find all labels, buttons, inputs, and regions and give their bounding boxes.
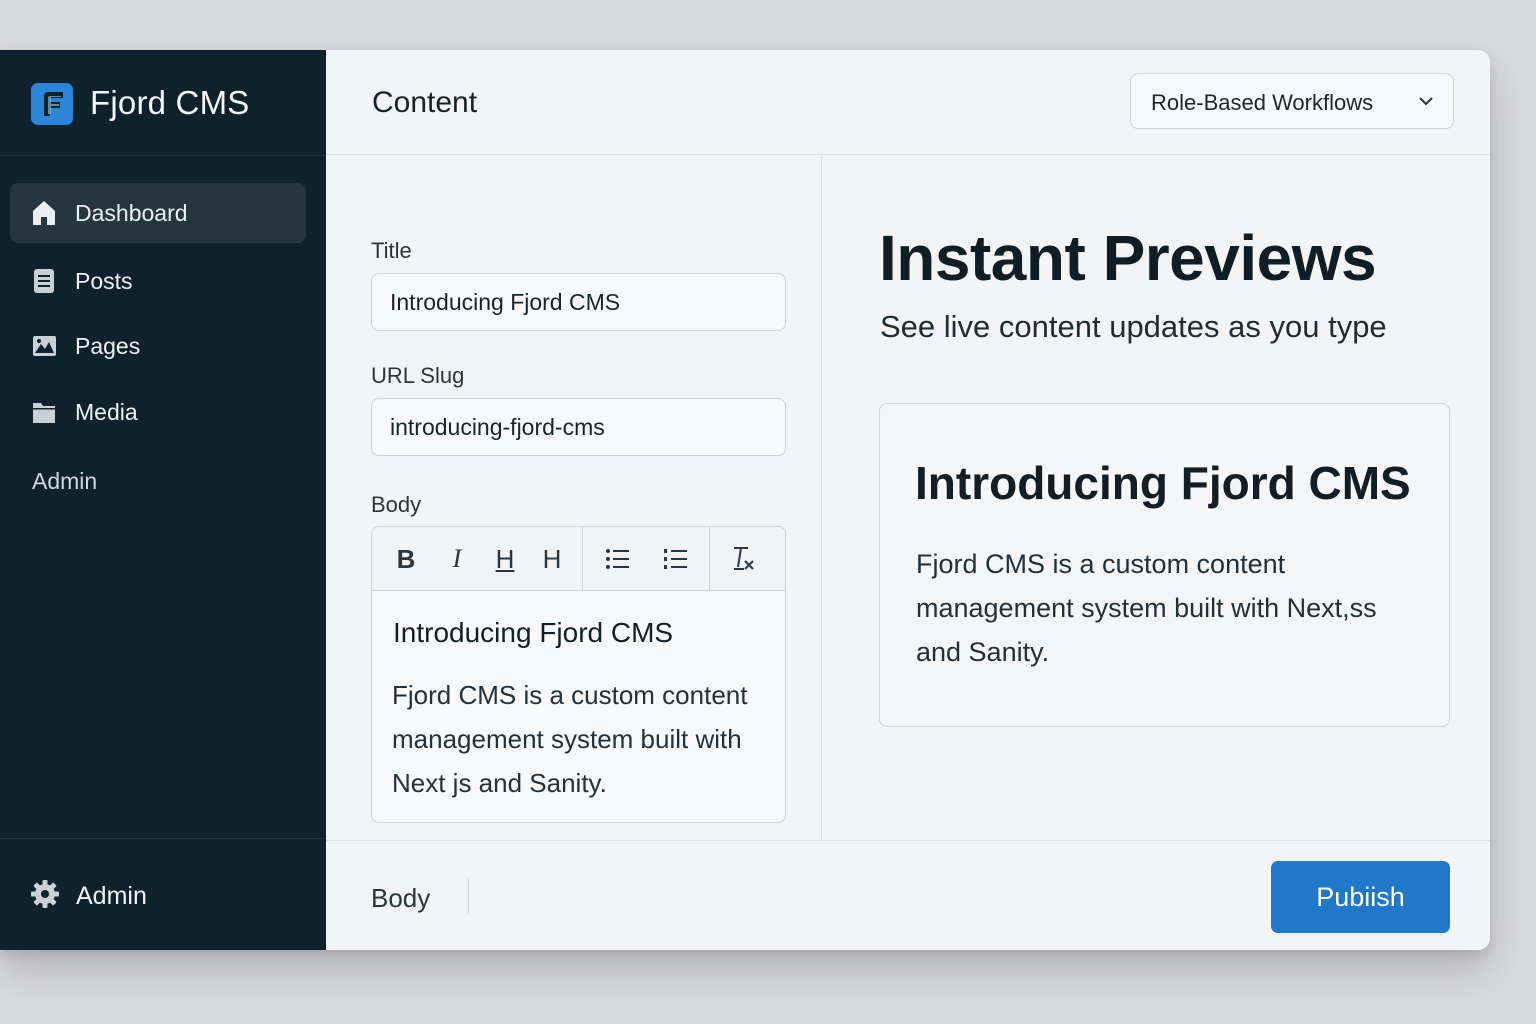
sidebar: Fjord CMS Dashboard Posts Pages Media Ad… xyxy=(0,50,326,950)
app-window: Fjord CMS Dashboard Posts Pages Media Ad… xyxy=(0,50,1490,950)
italic-button[interactable]: I xyxy=(436,527,478,591)
preview-heading: Instant Previews xyxy=(879,222,1377,294)
brand-name: Fjord CMS xyxy=(90,84,250,121)
folder-icon xyxy=(33,403,55,423)
document-icon xyxy=(34,269,54,293)
home-icon xyxy=(33,201,55,225)
numbered-list-icon xyxy=(664,549,687,569)
sidebar-item-label: Media xyxy=(75,399,138,425)
sidebar-footer-admin[interactable]: Admin xyxy=(0,838,326,950)
slug-label: URL Slug xyxy=(371,363,465,388)
footer-tab-body[interactable]: Body xyxy=(371,883,430,914)
bulleted-list-button[interactable] xyxy=(597,527,639,591)
footer-bar: Body Pubiish xyxy=(326,840,1490,950)
rich-text-editor[interactable]: B I H H Introducing Fjord CMS Fjord CMS … xyxy=(371,526,786,823)
sidebar-item-pages[interactable]: Pages xyxy=(10,316,306,376)
slug-input[interactable] xyxy=(371,398,786,456)
editor-toolbar: B I H H xyxy=(372,527,785,591)
toolbar-divider xyxy=(709,527,710,591)
publish-button[interactable]: Pubiish xyxy=(1271,861,1450,933)
preview-card-body: Fjord CMS is a custom content management… xyxy=(916,549,1377,667)
title-input[interactable] xyxy=(371,273,786,331)
preview-card: Introducing Fjord CMS Fjord CMS is a cus… xyxy=(879,403,1450,727)
numbered-list-button[interactable] xyxy=(655,527,697,591)
editor-heading: Introducing Fjord CMS xyxy=(393,617,674,648)
preview-card-title: Introducing Fjord CMS xyxy=(915,457,1411,509)
brand-header: Fjord CMS xyxy=(0,50,326,156)
chevron-down-icon xyxy=(1419,97,1433,106)
sidebar-item-posts[interactable]: Posts xyxy=(10,251,306,311)
heading-2-button[interactable]: H xyxy=(531,527,573,591)
page-title: Content xyxy=(372,86,478,119)
sidebar-item-label: Dashboard xyxy=(75,200,188,226)
body-label: Body xyxy=(371,492,422,517)
preview-subtitle: See live content updates as you type xyxy=(880,309,1387,344)
editor-body-text: Fjord CMS is a custom content management… xyxy=(392,680,748,798)
sidebar-item-media[interactable]: Media xyxy=(10,382,306,442)
image-icon xyxy=(33,336,56,356)
heading-1-button[interactable]: H xyxy=(484,527,526,591)
sidebar-item-dashboard[interactable]: Dashboard xyxy=(10,183,306,243)
dropdown-value: Role-Based Workflows xyxy=(1151,90,1374,115)
sidebar-footer-label: Admin xyxy=(76,882,147,910)
bulleted-list-icon xyxy=(606,549,629,569)
clear-format-icon xyxy=(734,547,754,570)
sidebar-item-label: Posts xyxy=(75,268,133,294)
toolbar-divider xyxy=(582,527,583,591)
clear-format-button[interactable] xyxy=(722,527,764,591)
bold-button[interactable]: B xyxy=(385,527,427,591)
fjord-logo-icon xyxy=(31,83,73,125)
content-form: Title URL Slug Body B I H H xyxy=(326,155,822,840)
sidebar-item-label: Pages xyxy=(75,333,141,359)
title-label: Title xyxy=(371,238,412,263)
sidebar-section-admin[interactable]: Admin xyxy=(32,468,97,495)
workflow-dropdown[interactable]: Role-Based Workflows xyxy=(1130,73,1454,129)
header: Content Role-Based Workflows xyxy=(326,50,1490,155)
preview-pane: Instant Previews See live content update… xyxy=(823,155,1490,840)
footer-divider xyxy=(468,879,469,913)
gear-icon xyxy=(31,880,59,908)
